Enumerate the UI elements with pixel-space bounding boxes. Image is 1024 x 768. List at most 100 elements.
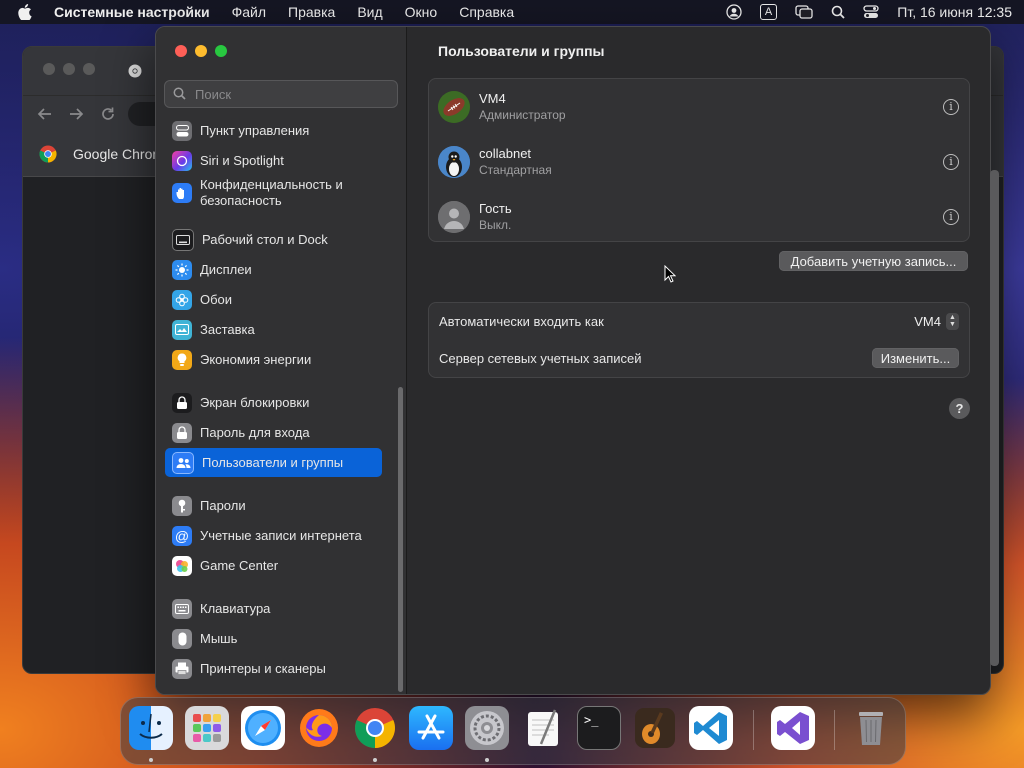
sidebar-item-siri-spotlight[interactable]: Siri и Spotlight <box>165 146 382 175</box>
terminal-icon[interactable]: >_ <box>577 706 621 750</box>
running-indicator <box>373 758 377 762</box>
menu-clock[interactable]: Пт, 16 июня 12:35 <box>897 4 1012 20</box>
menu-file[interactable]: Файл <box>232 4 266 20</box>
sidebar-item-mouse[interactable]: Мышь <box>165 624 382 653</box>
mouse-icon <box>172 628 192 649</box>
sidebar-item-label: Дисплеи <box>200 261 252 277</box>
at-icon: @ <box>172 525 192 546</box>
menu-view[interactable]: Вид <box>357 4 382 20</box>
visual-studio-icon[interactable] <box>771 706 815 750</box>
search-input[interactable] <box>193 85 387 103</box>
wallpaper-flower-icon <box>172 289 192 310</box>
minimize-button[interactable] <box>195 45 207 57</box>
users-list: VM4 Администратор i collabnet Стандартна… <box>428 78 970 242</box>
dock-separator <box>834 710 835 750</box>
search-field[interactable] <box>164 80 398 108</box>
game-center-icon <box>172 555 192 576</box>
user-role: Администратор <box>479 108 566 122</box>
user-role: Выкл. <box>479 218 512 232</box>
sidebar-item-label: Рабочий стол и Dock <box>202 231 328 247</box>
user-name: VM4 <box>479 91 506 106</box>
control-center-icon[interactable] <box>863 5 879 19</box>
auto-login-select[interactable]: VM4 ▲ ▼ <box>914 312 959 330</box>
sidebar-item-passwords[interactable]: Пароли <box>165 491 382 520</box>
user-row-collabnet[interactable]: collabnet Стандартная i <box>429 134 969 189</box>
spotlight-search-icon[interactable] <box>831 5 845 19</box>
google-chrome-icon[interactable] <box>39 145 57 163</box>
launchpad-icon[interactable] <box>185 706 229 750</box>
info-icon[interactable]: i <box>943 208 959 225</box>
vscode-icon[interactable] <box>689 706 733 750</box>
sidebar-scrollbar[interactable] <box>398 387 403 692</box>
sidebar-item-label: Обои <box>200 291 233 307</box>
sidebar-item-desktop-dock[interactable]: Рабочий стол и Dock <box>165 225 382 254</box>
back-arrow-icon[interactable] <box>37 106 53 127</box>
menu-window[interactable]: Окно <box>405 4 438 20</box>
reload-icon[interactable] <box>100 106 116 127</box>
input-source-icon[interactable]: A <box>759 4 778 20</box>
chrome-minimize-button[interactable] <box>63 63 75 75</box>
menu-app-name[interactable]: Системные настройки <box>54 4 210 20</box>
sidebar-item-label: Экономия энергии <box>200 351 312 367</box>
display-brightness-icon <box>172 259 192 280</box>
sidebar-item-label: Пароль для входа <box>200 424 310 440</box>
sidebar-item-printers[interactable]: Принтеры и сканеры <box>165 654 382 683</box>
help-button[interactable]: ? <box>949 398 970 419</box>
user-row-vm4[interactable]: VM4 Администратор i <box>429 79 969 134</box>
sidebar-item-wallpaper[interactable]: Обои <box>165 285 382 314</box>
user-name: Гость <box>479 201 512 216</box>
auto-login-row: Автоматически входить как VM4 ▲ ▼ <box>439 303 959 339</box>
add-account-button[interactable]: Добавить учетную запись... <box>779 251 968 271</box>
sidebar-item-label: Мышь <box>200 630 238 646</box>
user-account-icon[interactable] <box>726 4 742 20</box>
finder-icon[interactable] <box>129 706 173 750</box>
change-button[interactable]: Изменить... <box>872 348 959 368</box>
zoom-button[interactable] <box>215 45 227 57</box>
trash-icon[interactable] <box>849 706 893 750</box>
control-center-icon <box>172 120 192 141</box>
info-icon[interactable]: i <box>943 98 959 115</box>
sidebar-item-privacy-security[interactable]: Конфиденциальность и безопасность <box>165 175 382 211</box>
window-scrollbar[interactable] <box>990 170 999 666</box>
textedit-icon[interactable] <box>521 706 565 750</box>
sidebar-item-control-center[interactable]: Пункт управления <box>165 116 382 145</box>
garageband-icon[interactable] <box>633 706 677 750</box>
sidebar-item-displays[interactable]: Дисплеи <box>165 255 382 284</box>
sidebar-item-label: Экран блокировки <box>200 394 310 410</box>
screensaver-icon <box>172 319 192 340</box>
sidebar-item-energy-saver[interactable]: Экономия энергии <box>165 345 382 374</box>
sidebar-item-keyboard[interactable]: Клавиатура <box>165 594 382 623</box>
app-store-icon[interactable] <box>409 706 453 750</box>
system-settings-icon[interactable] <box>465 706 509 750</box>
login-options: Автоматически входить как VM4 ▲ ▼ Сервер … <box>428 302 970 378</box>
sidebar-item-game-center[interactable]: Game Center <box>165 551 382 580</box>
menu-help[interactable]: Справка <box>459 4 514 20</box>
forward-arrow-icon[interactable] <box>68 106 84 127</box>
siri-icon <box>172 150 192 171</box>
chrome-close-button[interactable] <box>43 63 55 75</box>
users-icon <box>172 451 194 474</box>
sidebar-item-screensaver[interactable]: Заставка <box>165 315 382 344</box>
desktop-dock-icon <box>172 228 194 251</box>
chrome-icon[interactable] <box>353 706 397 750</box>
close-button[interactable] <box>175 45 187 57</box>
sidebar-item-internet-accounts[interactable]: @ Учетные записи интернета <box>165 521 382 550</box>
sidebar-item-label: Заставка <box>200 321 255 337</box>
page-title: Пользователи и группы <box>438 43 605 59</box>
screen-mirroring-icon[interactable] <box>795 5 813 19</box>
keyboard-icon <box>172 598 192 619</box>
user-row-guest[interactable]: Гость Выкл. i <box>429 189 969 244</box>
safari-icon[interactable] <box>241 706 285 750</box>
firefox-icon[interactable] <box>297 706 341 750</box>
sidebar-item-label: Конфиденциальность и безопасность <box>200 177 343 208</box>
apple-menu-icon[interactable] <box>18 3 34 21</box>
menu-edit[interactable]: Правка <box>288 4 335 20</box>
chrome-zoom-button[interactable] <box>83 63 95 75</box>
sidebar-item-label: Game Center <box>200 557 279 573</box>
info-icon[interactable]: i <box>943 153 959 170</box>
bookmark-google-chrome[interactable]: Google Chrom <box>73 146 164 162</box>
chrome-tab-favicon-icon[interactable] <box>128 64 142 83</box>
sidebar-item-login-password[interactable]: Пароль для входа <box>165 418 382 447</box>
sidebar-item-users-groups[interactable]: Пользователи и группы <box>165 448 382 477</box>
sidebar-item-lock-screen[interactable]: Экран блокировки <box>165 388 382 417</box>
